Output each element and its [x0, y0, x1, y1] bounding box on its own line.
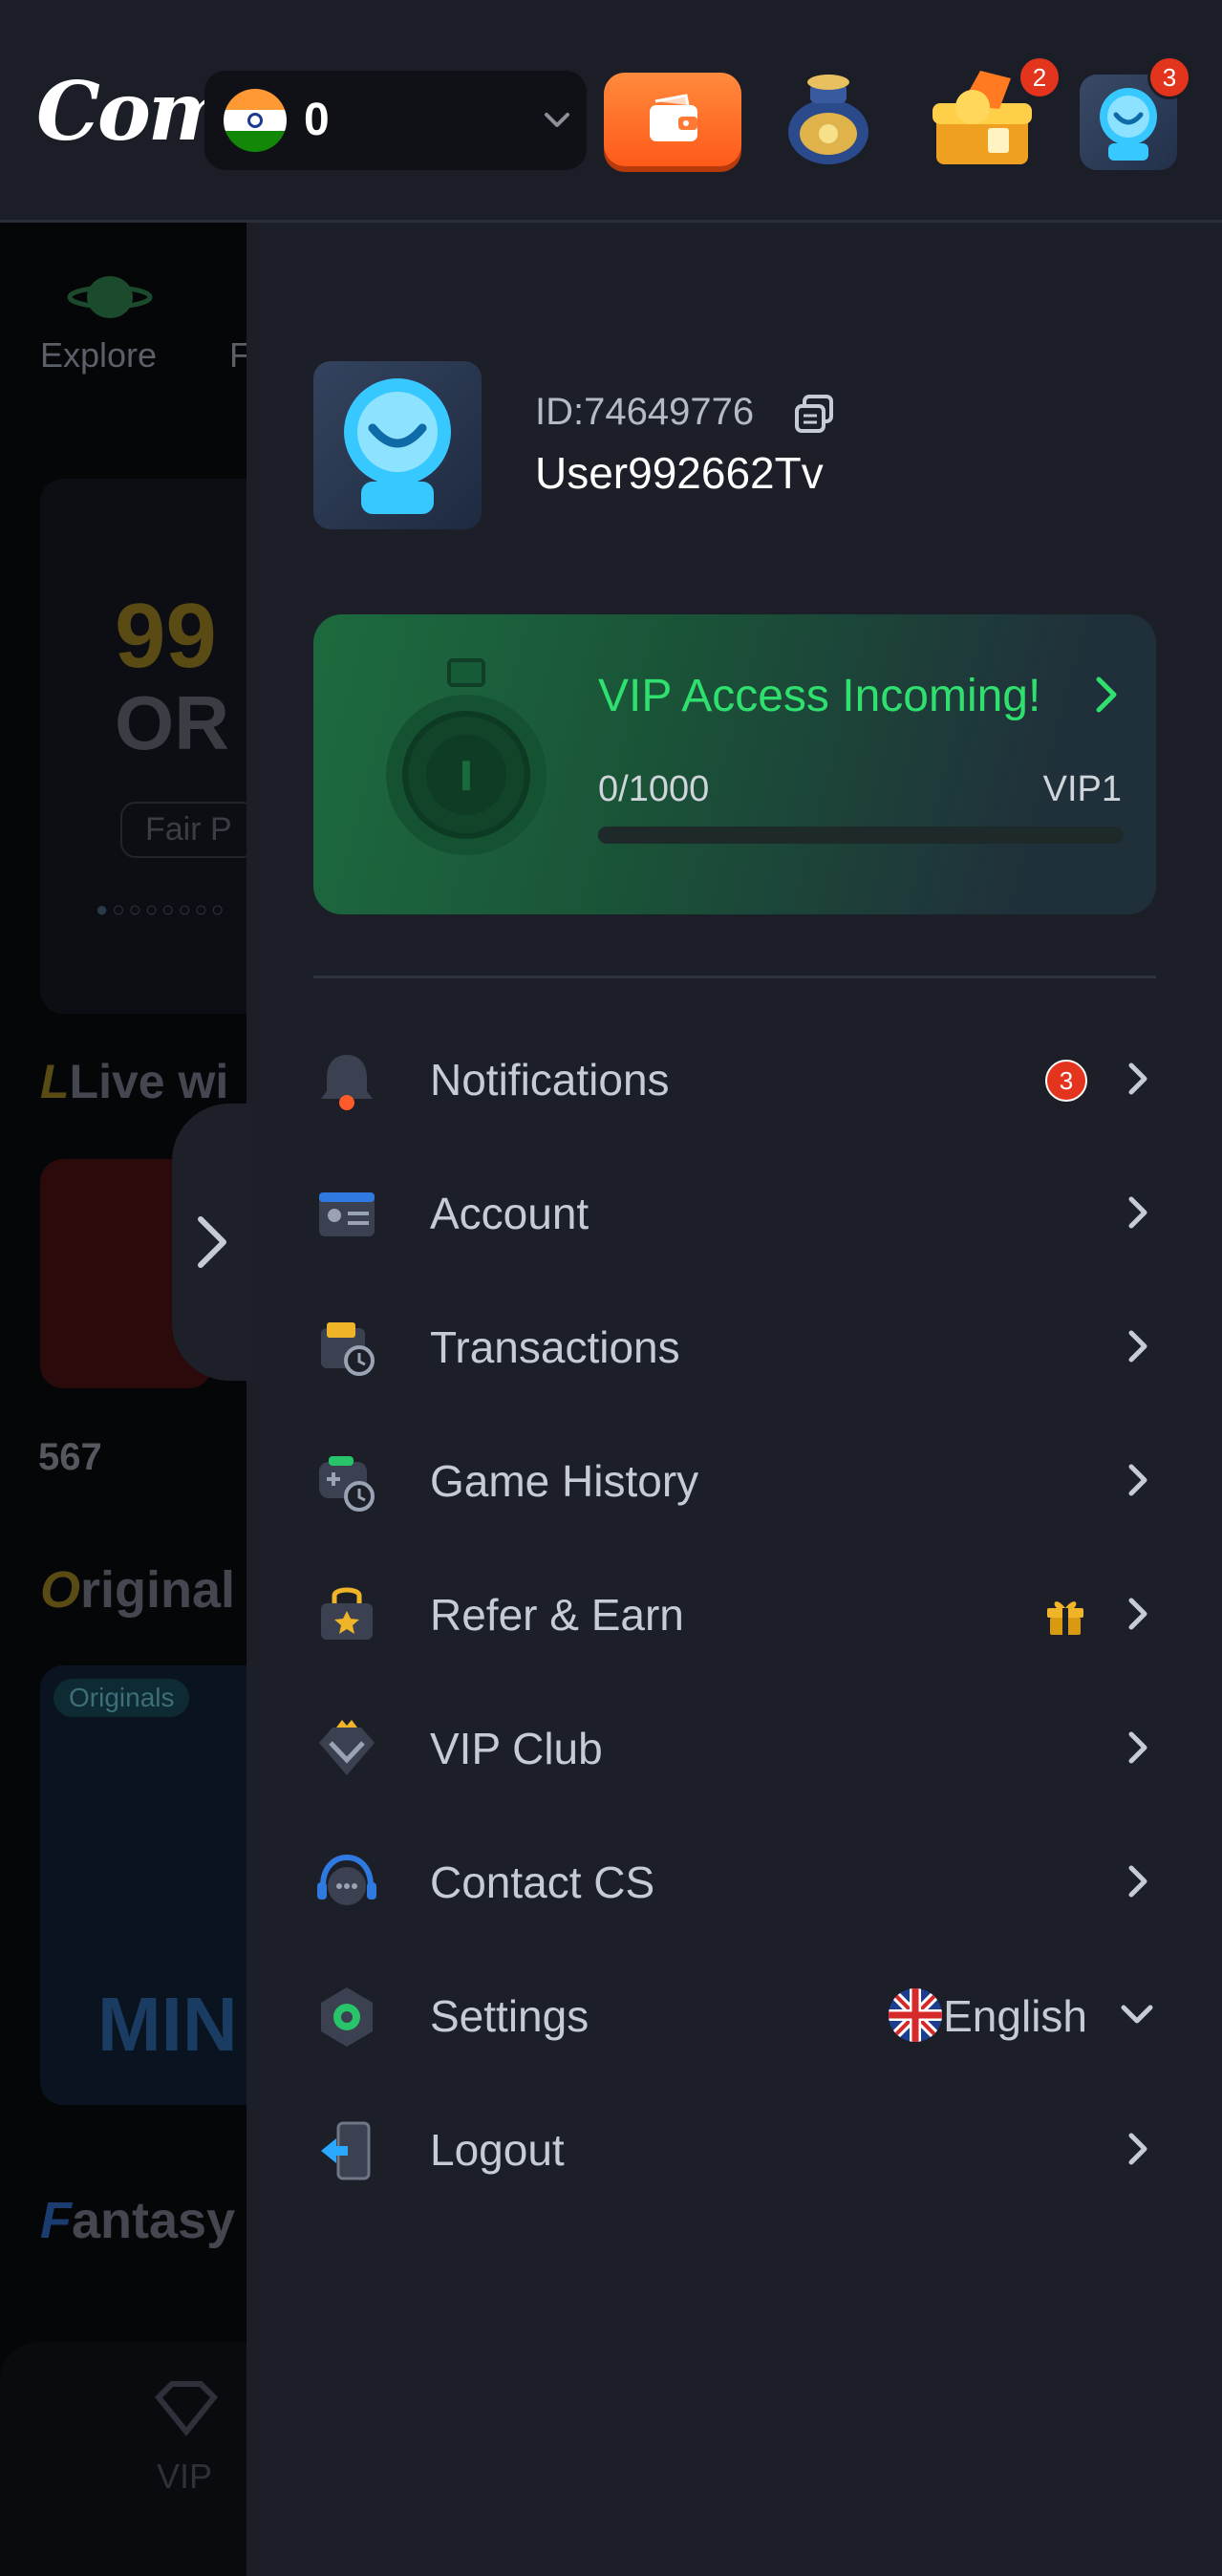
menu-item-game-history[interactable]: Game History: [313, 1417, 1156, 1541]
language-value: English: [943, 1991, 1087, 2041]
vip-progress-card[interactable]: I VIP Access Incoming! 0/1000 VIP1: [313, 614, 1156, 914]
username: User992662Tv: [535, 448, 824, 498]
bg-promo-banner[interactable]: 99 OR Fair P ●○○○○○○○: [40, 479, 247, 1014]
bg-promo-pill: Fair P: [120, 802, 247, 858]
bg-fantasy-initial: F: [40, 2192, 72, 2249]
language-selector[interactable]: English: [850, 1981, 1156, 2048]
planet-icon: [67, 276, 153, 318]
chevron-right-icon: [1128, 1598, 1147, 1630]
treasure-jar-icon[interactable]: [776, 65, 881, 170]
menu-item-notifications[interactable]: Notifications 3: [313, 1016, 1156, 1140]
menu-item-vip-club[interactable]: VIP Club: [313, 1685, 1156, 1809]
wallet-button[interactable]: [604, 73, 741, 166]
menu-label-notifications: Notifications: [430, 1055, 670, 1105]
game-history-icon: [319, 1456, 375, 1512]
vip-progress-text: 0/1000: [598, 769, 710, 809]
chevron-right-icon: [198, 1216, 226, 1268]
bg-tab-label[interactable]: F: [229, 335, 247, 376]
notifications-badge: 3: [1045, 1060, 1087, 1102]
bg-fantasy-heading-text: antasy: [72, 2192, 236, 2249]
bg-fantasy-heading: Fantasy: [40, 2191, 235, 2250]
uk-flag-icon: [889, 1988, 942, 2042]
bg-live-count: 567: [38, 1436, 102, 1478]
menu-item-logout[interactable]: Logout: [313, 2086, 1156, 2210]
vip-level: VIP1: [1042, 769, 1122, 809]
bg-originals-heading: Original: [40, 1560, 235, 1620]
refer-earn-icon: [321, 1587, 373, 1640]
bg-promo-big: 99: [115, 585, 217, 687]
avatar-icon: [344, 378, 451, 514]
vip-progress-bar: [598, 826, 1124, 844]
vip-diamond-icon: [154, 2381, 219, 2436]
chevron-right-icon: [1128, 1063, 1147, 1095]
india-flag-icon: [224, 89, 287, 152]
menu-divider: [313, 976, 1156, 978]
menu-label-transactions: Transactions: [430, 1322, 680, 1372]
user-id: ID:74649776: [535, 391, 755, 433]
headset-icon: [317, 1854, 376, 1905]
user-avatar[interactable]: [313, 361, 482, 529]
come-logo[interactable]: Come: [36, 59, 281, 164]
top-bar: Come 0 2 3: [0, 0, 1222, 223]
bg-live-heading: LLive wi: [40, 1055, 229, 1108]
menu-item-refer-earn[interactable]: Refer & Earn: [313, 1551, 1156, 1675]
transactions-icon: [321, 1322, 375, 1376]
bg-bottom-nav: VIP: [0, 2342, 247, 2576]
menu-label-vip-club: VIP Club: [430, 1724, 603, 1773]
menu-item-settings[interactable]: Settings English: [313, 1952, 1156, 2076]
bg-originals-tag: Originals: [54, 1679, 190, 1717]
bg-originals-card[interactable]: Originals MIN: [40, 1665, 247, 2105]
copy-icon[interactable]: [793, 393, 835, 435]
bell-icon: [321, 1055, 373, 1110]
logout-icon: [321, 2121, 371, 2180]
chevron-right-icon: [1128, 1464, 1147, 1496]
menu-label-contact-cs: Contact CS: [430, 1857, 655, 1907]
menu-label-refer-earn: Refer & Earn: [430, 1590, 684, 1640]
account-card-icon: [319, 1192, 375, 1236]
carousel-dots: ●○○○○○○○: [96, 897, 228, 921]
bg-promo-sub: OR: [115, 680, 229, 765]
chevron-right-icon: [1128, 1330, 1147, 1363]
menu-label-logout: Logout: [430, 2125, 565, 2175]
bg-live-heading-text: Live wi: [69, 1055, 229, 1108]
chest-notification-badge: 2: [1018, 55, 1061, 99]
profile-notification-badge: 3: [1147, 55, 1191, 99]
balance-selector[interactable]: 0: [204, 71, 587, 170]
chevron-right-icon: [1128, 1865, 1147, 1898]
chevron-down-icon: [1121, 2005, 1153, 2024]
menu-item-transactions[interactable]: Transactions: [313, 1283, 1156, 1407]
chevron-right-icon: [1128, 1731, 1147, 1764]
bg-mines-text: MIN: [97, 1982, 238, 2067]
menu-label-settings: Settings: [430, 1991, 590, 2041]
background-page: Explore F 99 OR Fair P ●○○○○○○○ LLive wi…: [0, 223, 247, 2576]
chevron-right-icon: [1128, 2133, 1147, 2165]
chevron-right-icon: [1128, 1196, 1147, 1229]
bg-originals-initial: O: [40, 1561, 81, 1619]
profile-avatar-icon: [1100, 88, 1157, 161]
account-drawer: ID:74649776 User992662Tv I VIP Access In…: [247, 223, 1222, 2576]
chevron-down-icon: [545, 113, 569, 127]
gift-icon: [1047, 1601, 1083, 1635]
bg-vip-tab[interactable]: VIP: [157, 2457, 212, 2497]
chevron-right-icon: [1096, 676, 1117, 713]
vip-diamond-icon: [319, 1720, 375, 1775]
bg-originals-heading-text: riginal: [80, 1561, 236, 1619]
vip-medal-icon: I: [386, 658, 547, 855]
settings-icon: [321, 1987, 373, 2047]
menu-label-game-history: Game History: [430, 1456, 699, 1506]
wallet-icon: [650, 94, 697, 141]
menu-item-account[interactable]: Account: [313, 1149, 1156, 1274]
bg-explore-label[interactable]: Explore: [40, 335, 157, 376]
menu-item-contact-cs[interactable]: Contact CS: [313, 1818, 1156, 1943]
balance-value: 0: [304, 95, 330, 145]
svg-text:I: I: [459, 753, 474, 800]
menu-label-account: Account: [430, 1189, 590, 1238]
vip-title: VIP Access Incoming!: [598, 671, 1041, 721]
drawer-collapse-tab[interactable]: [172, 1104, 254, 1381]
